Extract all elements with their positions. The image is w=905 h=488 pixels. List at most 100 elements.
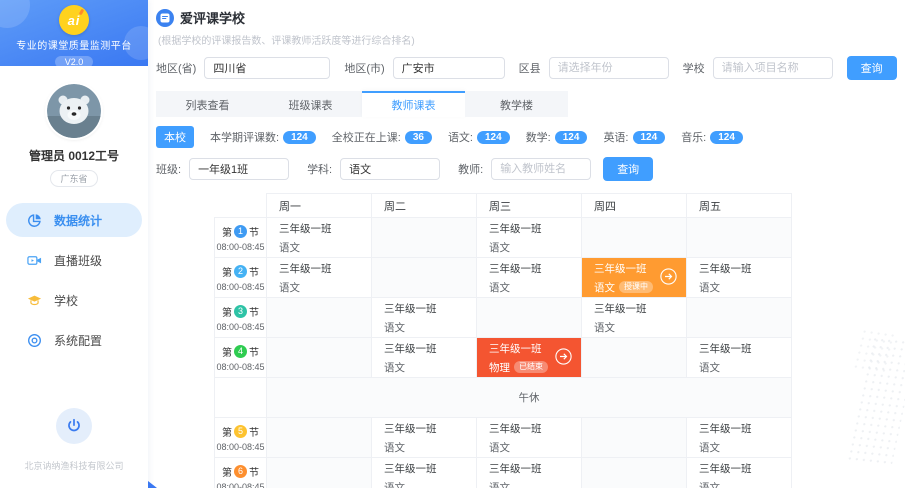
period-prefix: 第 [222, 344, 232, 359]
timetable-search-button[interactable]: 查询 [603, 157, 653, 181]
stat-value-badge: 124 [555, 131, 588, 144]
timetable-row: 第2节 08:00-08:45 三年级一班语文 三年级一班语文 三年级一班 语文… [215, 258, 792, 298]
status-badge: 已结束 [514, 361, 548, 373]
stat-value-badge: 36 [405, 131, 432, 144]
timetable-row: 第5节 08:00-08:45 三年级一班语文 三年级一班语文 三年级一班语文 [215, 418, 792, 458]
period-5: 第5节 08:00-08:45 [215, 418, 267, 458]
page-subtitle: (根据学校的评课报告数、评课教师活跃度等进行综合排名) [158, 32, 905, 47]
lesson-cell: 三年级一班语文 [477, 418, 582, 458]
period-1: 第1节 08:00-08:45 [215, 218, 267, 258]
empty-cell [687, 218, 792, 258]
stat-value-badge: 124 [710, 131, 743, 144]
subject-select[interactable] [340, 158, 440, 180]
day-header-monday: 周一 [267, 194, 372, 218]
stat-english: 英语: 124 [603, 129, 665, 145]
sidebar-item-label: 直播班级 [54, 252, 102, 269]
user-name: 管理员 0012工号 [0, 147, 148, 164]
user-region-badge: 广东省 [50, 170, 97, 187]
period-prefix: 第 [222, 424, 232, 439]
main-content: 爱评课学校 (根据学校的评课报告数、评课教师活跃度等进行综合排名) 地区(省) … [148, 0, 905, 488]
timetable-filter-bar: 班级: 学科: 教师: 查询 [156, 157, 905, 181]
empty-cell [582, 218, 687, 258]
stat-math: 数学: 124 [526, 129, 588, 145]
tab-class-timetable[interactable]: 班级课表 [259, 91, 362, 117]
period-3: 第3节 08:00-08:45 [215, 298, 267, 338]
enter-class-arrow-icon[interactable] [660, 268, 677, 288]
class-select[interactable] [189, 158, 289, 180]
period-time: 08:00-08:45 [215, 362, 266, 372]
school-input[interactable] [713, 57, 833, 79]
period-time: 08:00-08:45 [215, 242, 266, 252]
version-badge: V2.0 [55, 56, 94, 66]
stat-label: 本学期评课数: [210, 129, 279, 145]
lesson-cell: 三年级一班语文 [687, 458, 792, 488]
lesson-cell: 三年级一班语文 [477, 258, 582, 298]
tab-teaching-building[interactable]: 教学楼 [465, 91, 568, 117]
sidebar-item-system-config[interactable]: 系统配置 [6, 323, 142, 357]
period-time: 08:00-08:45 [215, 442, 266, 452]
city-input[interactable] [393, 57, 505, 79]
lunch-row: 午休 [215, 378, 792, 418]
lesson-cell: 三年级一班语文 [372, 458, 477, 488]
tab-teacher-timetable[interactable]: 教师课表 [362, 91, 465, 117]
stat-value-badge: 124 [633, 131, 666, 144]
teacher-timetable: 周一 周二 周三 周四 周五 第1节 08:00-08:45 三年级一班语文 三… [214, 193, 792, 488]
empty-cell [582, 338, 687, 378]
lunch-break-band: 午休 [267, 378, 792, 418]
tab-list-view[interactable]: 列表查看 [156, 91, 259, 117]
lesson-cell-ended[interactable]: 三年级一班 物理已结束 [477, 338, 582, 378]
stat-semester-reviews: 本学期评课数: 124 [210, 129, 316, 145]
period-2: 第2节 08:00-08:45 [215, 258, 267, 298]
lesson-cell: 三年级一班语文 [687, 418, 792, 458]
lesson-cell: 三年级一班语文 [372, 418, 477, 458]
sidebar-item-label: 数据统计 [54, 212, 102, 229]
pie-chart-icon [26, 212, 42, 228]
school-report-icon [156, 9, 174, 27]
status-badge: 授课中 [619, 281, 653, 293]
power-icon [65, 417, 83, 435]
period-prefix: 第 [222, 304, 232, 319]
sidebar-item-schools[interactable]: 学校 [6, 283, 142, 317]
period-suffix: 节 [249, 424, 259, 439]
period-suffix: 节 [249, 344, 259, 359]
logo-accent [79, 9, 84, 16]
subject-label: 学科: [307, 161, 332, 177]
enter-class-arrow-icon[interactable] [555, 348, 572, 368]
stat-chinese: 语文: 124 [448, 129, 510, 145]
empty-cell [267, 418, 372, 458]
sidebar-menu: 数据统计 直播班级 学校 系统配置 [0, 203, 148, 357]
app-logo-icon: ai [59, 5, 89, 35]
lunch-period-spacer [215, 378, 267, 418]
logo-text: ai [68, 13, 81, 28]
this-school-button[interactable]: 本校 [156, 126, 194, 148]
empty-cell [687, 298, 792, 338]
period-number-badge: 2 [234, 265, 247, 278]
top-search-button[interactable]: 查询 [847, 56, 897, 80]
empty-cell [477, 298, 582, 338]
timetable-row: 第3节 08:00-08:45 三年级一班语文 三年级一班语文 [215, 298, 792, 338]
province-label: 地区(省) [156, 60, 196, 76]
empty-cell [267, 338, 372, 378]
platform-title: 专业的课堂质量监测平台 [0, 37, 148, 52]
county-select[interactable] [549, 57, 669, 79]
day-header-thursday: 周四 [582, 194, 687, 218]
lesson-cell: 三年级一班语文 [267, 258, 372, 298]
stat-value-badge: 124 [477, 131, 510, 144]
settings-target-icon [26, 332, 42, 348]
video-camera-icon [26, 252, 42, 268]
stat-label: 语文: [448, 129, 473, 145]
province-input[interactable] [204, 57, 330, 79]
lesson-cell-in-progress[interactable]: 三年级一班 语文授课中 [582, 258, 687, 298]
corner-decoration [148, 481, 157, 488]
period-6: 第6节 08:00-08:45 [215, 458, 267, 488]
logout-power-button[interactable] [56, 408, 92, 444]
sidebar-item-data-statistics[interactable]: 数据统计 [6, 203, 142, 237]
period-number-badge: 3 [234, 305, 247, 318]
empty-cell [372, 258, 477, 298]
teacher-input[interactable] [491, 158, 591, 180]
school-label: 学校 [683, 60, 705, 76]
stat-label: 英语: [603, 129, 628, 145]
empty-cell [267, 298, 372, 338]
empty-cell [582, 418, 687, 458]
sidebar-item-live-classes[interactable]: 直播班级 [6, 243, 142, 277]
